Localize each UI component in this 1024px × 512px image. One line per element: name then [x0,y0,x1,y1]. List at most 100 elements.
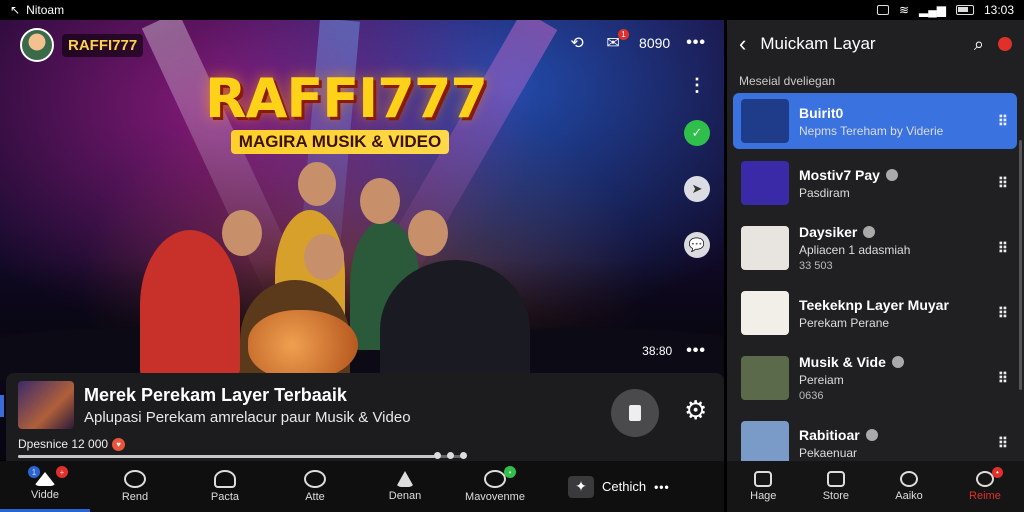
notification-badge: 1 [618,29,630,40]
playlist-panel: ‹ Muickam Layar ⌕ Meseial dveliegan Buir… [727,20,1024,465]
item-more-icon[interactable]: ⠿ [998,305,1009,322]
side-actions: ⋮ ✓ ➤ 💬 [684,76,710,258]
nav-label: Mavovenme [465,491,525,503]
gear-icon[interactable]: ⚙ [684,395,707,426]
progress-bar[interactable] [18,455,462,458]
verified-icon [863,226,876,238]
list-item[interactable]: Mostiv7 Pay Pasdiram ⠿ [733,152,1017,214]
item-more-icon[interactable]: ⠿ [998,240,1009,257]
panel-nav-home[interactable]: Hage [750,471,776,502]
create-button[interactable]: ✦ Cethich ••• [568,475,670,498]
nav-item-music[interactable]: Denan [360,461,450,512]
list-item[interactable]: Teekeknp Layer Muyar Perekam Perane ⠿ [733,282,1017,344]
share-icon[interactable]: ⟲ [567,34,587,52]
more-options-icon[interactable]: ••• [686,34,706,52]
channel-header[interactable]: RAFFI777 [20,28,144,62]
panel-header: ‹ Muickam Layar ⌕ [727,20,1024,68]
video-logo: RAFFI777 MAGIRA MUSIK & VIDEO [205,72,488,154]
video-meta: Dpesnice 12 000 ♥ [18,437,126,451]
logo-subtitle: MAGIRA MUSIK & VIDEO [230,130,450,154]
view-count: 8090 [639,35,671,51]
nav-item-profile[interactable]: Pacta [180,461,270,512]
person-icon [214,470,236,488]
item-more-icon[interactable]: ⠿ [998,113,1009,130]
player-top-actions: ⟲ ✉ 1 8090 ••• [567,29,706,52]
nav-item-chat[interactable]: Atte [270,461,360,512]
heart-icon[interactable]: ♥ [112,437,126,451]
progress-fill [18,455,436,458]
panel-title: Muickam Layar [760,34,876,53]
panel-bottom-nav: Hage Store Aaiko • Reime [727,461,1024,512]
item-thumbnail [741,356,789,400]
bookmark-icon [629,405,641,421]
item-more-icon[interactable]: ⠿ [998,435,1009,452]
item-thumbnail [741,99,789,143]
search-icon[interactable]: ⌕ [974,34,984,55]
wifi-icon: ≋ [898,3,909,17]
scrollbar[interactable] [1019,140,1022,390]
nav-label: Rend [121,491,149,503]
save-button[interactable] [611,389,659,437]
panel-nav-label: Aaiko [895,490,923,502]
panel-nav-store[interactable]: Store [823,471,849,502]
home-icon [754,471,773,487]
item-subtitle: Pereiam [799,373,844,387]
panel-nav-label: Store [822,490,849,502]
list-item[interactable]: Buirit0 Nepms Tereham by Viderie ⠿ [733,93,1017,149]
chat-icon [900,471,919,487]
list-item[interactable]: Musik & Vide Pereiam 0636 ⠿ [733,347,1017,409]
reply-icon[interactable]: ➤ [684,176,710,202]
record-icon[interactable] [998,37,1012,51]
nav-item-people[interactable]: • Mavovenme [450,461,540,512]
panel-nav-label: Hage [750,490,777,502]
notification-icon[interactable]: ✉ 1 [603,29,630,52]
create-label: Cethich [602,479,647,494]
item-subtitle: Perekam Perane [799,315,890,330]
nav-more-icon[interactable]: ••• [654,480,670,494]
plus-icon: ✦ [568,475,594,498]
item-meta: 33 503 [799,260,833,272]
item-more-icon[interactable]: ⠿ [998,370,1009,387]
nav-item-record[interactable]: Rend [90,461,180,512]
item-thumbnail [741,291,789,335]
music-icon [396,471,414,487]
item-subtitle: Nepms Tereham by Viderie [799,123,944,138]
back-icon[interactable]: ‹ [739,31,746,57]
video-title[interactable]: Merek Perekam Layer Terbaaik [84,385,347,406]
time-more-icon[interactable]: ••• [686,342,706,360]
verified-icon [865,428,878,441]
list-item[interactable]: Daysiker Apliacen 1 adasmiah 33 503 ⠿ [733,217,1017,279]
signal-icon: ↖ [10,3,21,17]
panel-nav-label: Reime [969,490,1001,502]
panel-nav-chat[interactable]: Aaiko [895,471,923,502]
video-description: Aplupasi Perekam amrelacur paur Musik & … [84,409,411,426]
time-display: 38:80 [642,344,673,358]
item-title: Teekeknp Layer Muyar [799,296,949,313]
panel-nav-profile[interactable]: • Reime [969,467,1003,502]
bottom-nav: 1 + Vidde Rend Pacta Atte Denan • Mavove… [0,461,724,512]
item-more-icon[interactable]: ⠿ [998,175,1009,192]
item-thumbnail [741,421,789,465]
progress-handle[interactable] [434,452,467,459]
video-thumbnail[interactable] [18,381,74,429]
verified-icon [885,168,898,181]
verified-icon [891,356,904,368]
nav-label: Denan [388,490,422,502]
cart-icon[interactable]: ✓ [684,120,710,146]
vertical-more-icon[interactable]: ⋮ [688,76,706,94]
active-indicator [0,395,4,417]
section-label: Meseial dveliegan [739,74,836,88]
item-thumbnail [741,161,789,205]
nav-label: Pacta [210,491,240,503]
status-bar: ↖ Nitoam ≋ ▂▄▆ 13:03 [0,0,1024,20]
item-subtitle: Pasdiram [799,185,850,200]
nav-item-video[interactable]: 1 + Vidde [0,461,90,512]
comment-icon[interactable]: 💬 [684,232,710,258]
channel-name[interactable]: RAFFI777 [62,33,144,57]
nav-label: Vidde [31,489,59,501]
item-title: Mostiv7 Pay [799,166,880,183]
item-thumbnail [741,226,789,270]
video-info-card: Merek Perekam Layer Terbaaik Aplupasi Pe… [6,373,724,461]
channel-avatar[interactable] [20,28,54,62]
sim-icon [876,5,889,15]
